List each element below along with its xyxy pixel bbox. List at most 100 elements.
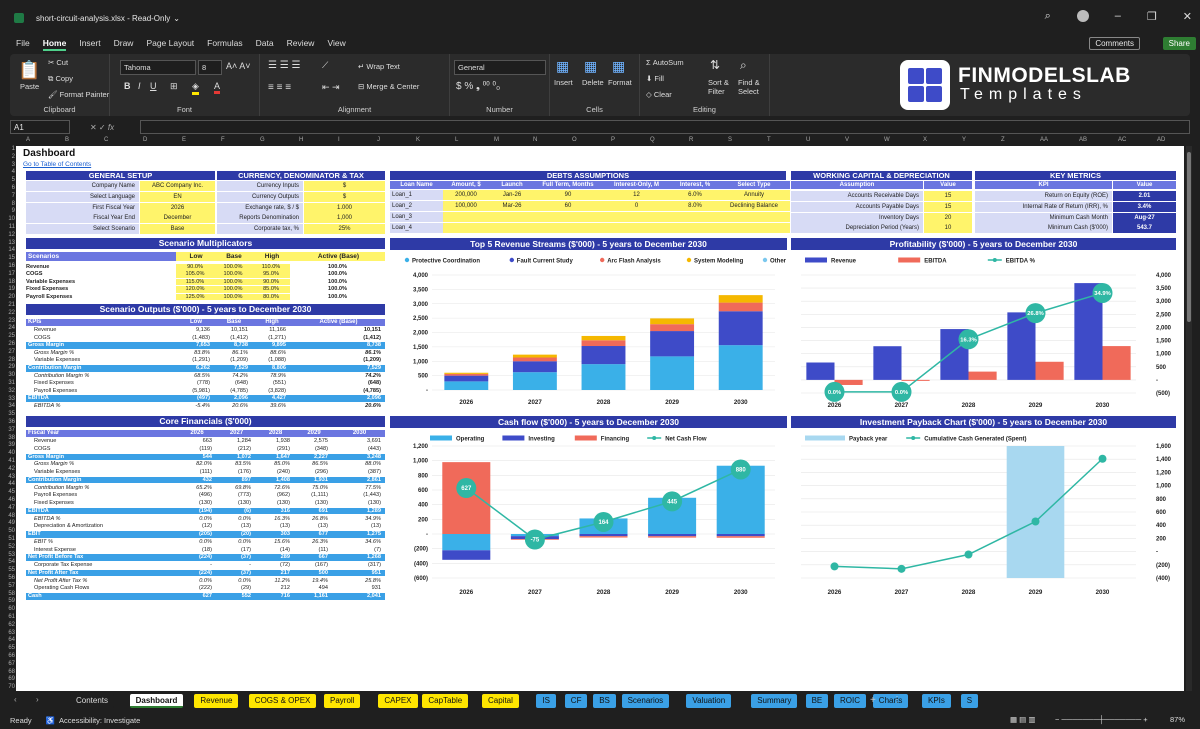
- align-top-icon[interactable]: ☰ ☰ ☰: [268, 60, 300, 71]
- orientation-icon[interactable]: ⟋: [322, 60, 328, 71]
- restore-icon[interactable]: ❐: [1147, 10, 1157, 23]
- menu-view[interactable]: View: [327, 38, 345, 51]
- scen-mult-cell[interactable]: 90.0%: [252, 278, 290, 286]
- column-header[interactable]: Z: [1001, 137, 1005, 143]
- row-header[interactable]: 5: [0, 177, 15, 183]
- row-header[interactable]: 18: [0, 279, 15, 285]
- column-header[interactable]: Q: [650, 137, 655, 143]
- tab-kpis[interactable]: KPIs: [922, 694, 951, 708]
- row-header[interactable]: 25: [0, 333, 15, 339]
- debts-cell[interactable]: [601, 212, 672, 222]
- tab-s[interactable]: S: [960, 694, 979, 708]
- row-header[interactable]: 10: [0, 216, 15, 222]
- column-header[interactable]: Y: [962, 137, 966, 143]
- row-header[interactable]: 40: [0, 450, 15, 456]
- tab-dashboard[interactable]: Dashboard: [129, 694, 184, 708]
- menu-review[interactable]: Review: [287, 38, 315, 51]
- row-header[interactable]: 8: [0, 201, 15, 207]
- tab-contents[interactable]: Contents: [70, 694, 115, 708]
- scen-mult-cell[interactable]: 80.0%: [252, 293, 290, 301]
- currency-value[interactable]: $: [304, 191, 385, 202]
- zoom-slider[interactable]: − ───────┼─────── +: [1055, 715, 1148, 724]
- paste-icon[interactable]: 📋: [18, 60, 40, 81]
- wc-value[interactable]: 15: [924, 201, 972, 212]
- row-header[interactable]: 70: [0, 684, 15, 690]
- row-header[interactable]: 64: [0, 637, 15, 643]
- format-cells-icon[interactable]: ▦: [612, 58, 625, 75]
- column-header[interactable]: P: [611, 137, 615, 143]
- autosum-button[interactable]: Σ AutoSum: [646, 58, 684, 67]
- row-header[interactable]: 41: [0, 458, 15, 464]
- row-header[interactable]: 59: [0, 598, 15, 604]
- row-header[interactable]: 67: [0, 661, 15, 667]
- column-header[interactable]: AA: [1040, 137, 1048, 143]
- clear-button[interactable]: ◇ Clear: [646, 90, 672, 99]
- row-header[interactable]: 12: [0, 232, 15, 238]
- debts-cell[interactable]: 90: [535, 190, 601, 200]
- scen-mult-cell[interactable]: 100.0%: [214, 293, 252, 301]
- column-header[interactable]: K: [416, 137, 420, 143]
- row-header[interactable]: 38: [0, 435, 15, 441]
- row-header[interactable]: 21: [0, 302, 15, 308]
- delete-cells-icon[interactable]: ▦: [584, 58, 597, 75]
- column-header[interactable]: O: [572, 137, 577, 143]
- row-header[interactable]: 57: [0, 583, 15, 589]
- currency-value[interactable]: $: [304, 181, 385, 191]
- add-sheet-icon[interactable]: +: [870, 695, 876, 706]
- sort-filter-icon[interactable]: ⇅: [710, 58, 720, 72]
- debts-cell[interactable]: [489, 223, 535, 233]
- scroll-thumb[interactable]: [1187, 152, 1191, 322]
- underline-icon[interactable]: U: [150, 81, 157, 91]
- fx-icon[interactable]: ✕ ✓ fx: [90, 123, 114, 132]
- scen-mult-cell[interactable]: 120.0%: [176, 286, 214, 293]
- fill-button[interactable]: ⬇ Fill: [646, 74, 664, 83]
- column-header[interactable]: T: [767, 137, 771, 143]
- avatar[interactable]: [1076, 10, 1089, 22]
- row-header[interactable]: 14: [0, 247, 15, 253]
- currency-value[interactable]: 1.000: [304, 202, 385, 213]
- row-header[interactable]: 58: [0, 591, 15, 597]
- zoom-level[interactable]: 87%: [1170, 715, 1185, 724]
- tab-captable[interactable]: CapTable: [422, 694, 469, 708]
- tab-prev-icon[interactable]: ‹: [14, 695, 17, 704]
- menu-page-layout[interactable]: Page Layout: [146, 38, 194, 51]
- row-header[interactable]: 13: [0, 240, 15, 246]
- row-header[interactable]: 55: [0, 567, 15, 573]
- row-header[interactable]: 29: [0, 364, 15, 370]
- currency-icon[interactable]: $ % ❟ ⁰⁰ ⁰₀: [456, 81, 500, 92]
- font-name-select[interactable]: Tahoma: [120, 60, 196, 75]
- accessibility-icon[interactable]: ♿: [46, 716, 55, 725]
- debts-cell[interactable]: [443, 223, 489, 233]
- scen-mult-cell[interactable]: 90.0%: [176, 264, 214, 271]
- row-header[interactable]: 2: [0, 154, 15, 160]
- tab-summary[interactable]: Summary: [751, 694, 798, 708]
- tab-is[interactable]: IS: [536, 694, 556, 708]
- row-header[interactable]: 50: [0, 528, 15, 534]
- row-header[interactable]: 46: [0, 497, 15, 503]
- row-header[interactable]: 56: [0, 575, 15, 581]
- row-header[interactable]: 16: [0, 263, 15, 269]
- column-header[interactable]: AB: [1079, 137, 1087, 143]
- scen-mult-cell[interactable]: 85.0%: [252, 286, 290, 293]
- row-header[interactable]: 30: [0, 372, 15, 378]
- scen-mult-cell[interactable]: 105.0%: [176, 271, 214, 278]
- menu-formulas[interactable]: Formulas: [207, 38, 242, 51]
- row-header[interactable]: 43: [0, 474, 15, 480]
- row-header[interactable]: 47: [0, 505, 15, 511]
- delete-cells-button[interactable]: Delete: [582, 78, 604, 87]
- tab-capex[interactable]: CAPEX: [378, 694, 418, 708]
- debts-cell[interactable]: [489, 212, 535, 222]
- tab-scenarios[interactable]: Scenarios: [621, 694, 670, 708]
- row-header[interactable]: 37: [0, 427, 15, 433]
- column-header[interactable]: D: [143, 137, 147, 143]
- accessibility-status[interactable]: Accessibility: Investigate: [59, 716, 140, 725]
- row-header[interactable]: 65: [0, 645, 15, 651]
- row-header[interactable]: 66: [0, 653, 15, 659]
- row-header[interactable]: 35: [0, 411, 15, 417]
- title-chevron-icon[interactable]: ⌄: [173, 14, 180, 23]
- row-header[interactable]: 63: [0, 630, 15, 636]
- setup-value[interactable]: Base: [140, 224, 215, 235]
- row-header[interactable]: 44: [0, 481, 15, 487]
- scen-mult-cell[interactable]: 110.0%: [252, 264, 290, 271]
- column-header[interactable]: E: [182, 137, 186, 143]
